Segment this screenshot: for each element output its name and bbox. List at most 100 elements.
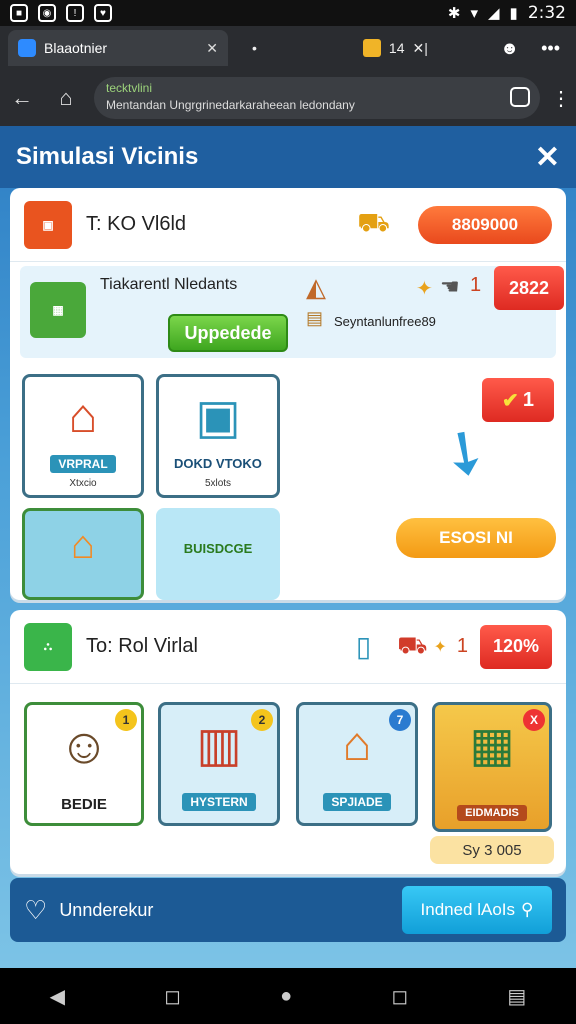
tab-close-icon[interactable]: ✕ (206, 40, 218, 57)
box-stand-icon: ▣ (195, 391, 241, 444)
notification-icon: ■ (10, 4, 28, 22)
shop-card[interactable]: ⌂ (22, 508, 144, 600)
card-label: BEDIE (61, 796, 107, 813)
heart-icon: ♥ (94, 4, 112, 22)
item-subtitle: Seyntanlunfree89 (334, 314, 436, 329)
home-icon[interactable]: ⌂ (44, 85, 88, 111)
close-icon[interactable]: ✕ (535, 140, 560, 175)
rental-count: 1 (456, 635, 468, 657)
url-line1: tecktvlini (106, 81, 153, 95)
bottom-label: Unnderekur (59, 899, 154, 920)
tab-close-icon-2[interactable]: ✕| (412, 40, 427, 57)
url-line2: Mentandan Ungrgrinedarkaraheean ledondan… (106, 98, 355, 112)
card-badge: 2 (251, 709, 273, 731)
back-icon[interactable]: ← (0, 85, 44, 111)
clock: 2:32 (527, 3, 566, 23)
shop-card[interactable]: BUISDCGE (156, 508, 280, 600)
search-icon: ⚲ (521, 900, 534, 919)
shop-crate-icon: ▣ (24, 200, 72, 249)
system-navbar: ◀ ◻ ● ◻ ▤ (0, 968, 576, 1024)
market-stall-icon: ▦ (30, 282, 86, 338)
game-area: Simulasi Vicinis ✕ ▣ T: KO Vl6ld ⛟ 88090… (0, 126, 576, 968)
card-sub: Xtxcio (69, 478, 97, 489)
back-nav-icon[interactable]: ◀ (50, 984, 65, 1009)
kiosk-icon: ⌂ (70, 523, 96, 567)
hand-icon: ☚ (440, 274, 460, 299)
shop-card[interactable]: ⌂ VRPRAL Xtxcio (22, 374, 144, 498)
game-header: Simulasi Vicinis ✕ (0, 126, 576, 188)
search-button[interactable]: Indned lAoIs ⚲ (402, 886, 552, 934)
price-button[interactable]: 8809000 (418, 205, 552, 244)
rental-panel: ⛬ To: Rol Virlal ▯ ⛟ ✦ 1 120% ☺ 1 BEDIE … (10, 610, 566, 874)
game-title: Simulasi Vicinis (16, 143, 199, 170)
card-badge: 7 (389, 709, 411, 731)
signal-icon: ◢ (488, 5, 500, 22)
card-label: HYSTERN (182, 793, 256, 811)
storefront-icon: ⌂ (68, 390, 98, 443)
tab-extras: • 14 ✕| (252, 39, 428, 57)
url-field[interactable]: tecktvlini Mentandan Ungrgrinedarkarahee… (94, 77, 540, 119)
browser-tabbar: Blaaotnier ✕ • 14 ✕| ☻ ••• (0, 26, 576, 70)
house-shop-icon: ⌂ (342, 718, 372, 771)
check-icon: ✔ (502, 389, 519, 412)
incognito-icon[interactable]: ☻ (500, 38, 519, 59)
rental-title: To: Rol Virlal (86, 635, 198, 657)
check-badge[interactable]: ✔ 1 (482, 378, 554, 422)
premium-card[interactable]: ▦ X EIDMADIS (432, 702, 552, 832)
switcher-icon[interactable]: ▤ (507, 984, 526, 1009)
item-count: 1 (470, 274, 482, 296)
shield-icon[interactable] (510, 87, 530, 107)
camera-icon: ◉ (38, 4, 56, 22)
upgrade-button[interactable]: Uppedede (168, 314, 288, 352)
price-tag: Sy 3 005 (430, 836, 554, 864)
card-badge: X (523, 709, 545, 731)
card-label: SPJIADE (323, 793, 391, 811)
market-icon: ▦ (469, 719, 515, 772)
tabbar-actions: ☻ ••• (500, 38, 560, 59)
card-label: VRPRAL (50, 455, 116, 473)
check-value: 1 (522, 388, 534, 411)
shop-card[interactable]: ▣ DOKD VTOKO 5xlots (156, 374, 280, 498)
pin-icon[interactable]: • (252, 40, 257, 56)
menu-icon[interactable]: ⋮ (546, 86, 576, 111)
status-icons-right: ✱ ▾ ◢ ▮ 2:32 (448, 3, 566, 23)
scroll-icon: ▤ (306, 308, 324, 328)
vending-stall-icon: ▥ (196, 719, 242, 772)
shopping-cart-icon: ⛟ (397, 631, 428, 659)
star-icon: ✦ (416, 278, 433, 300)
star-small-icon: ✦ (433, 638, 447, 656)
item-name: Tiakarentl Nledants (100, 276, 238, 293)
basket-icon: ⛬ (24, 622, 72, 671)
wifi-icon: ▾ (470, 5, 478, 22)
browser-tab[interactable]: Blaaotnier ✕ (8, 30, 228, 66)
avatar: ☺ (58, 718, 110, 774)
status-icons-left: ■ ◉ ! ♥ (10, 4, 112, 22)
card-sub: 5xlots (204, 478, 232, 489)
address-bar: ← ⌂ tecktvlini Mentandan Ungrgrinedarkar… (0, 70, 576, 126)
square-icon[interactable]: ◻ (164, 984, 181, 1009)
bluetooth-icon: ✱ (447, 5, 461, 22)
recents-icon[interactable]: ◻ (392, 984, 409, 1009)
status-bar: ■ ◉ ! ♥ ✱ ▾ ◢ ▮ 2:32 (0, 0, 576, 26)
arrow-pointer-icon: ➘ (425, 410, 506, 495)
rental-header: ⛬ To: Rol Virlal ▯ ⛟ ✦ 1 120% (10, 610, 566, 684)
shop-title: T: KO Vl6ld (86, 213, 187, 235)
coin-icon (362, 39, 381, 57)
card-label: BUISDCGE (183, 541, 253, 556)
shop-card[interactable]: ⌂ 7 SPJIADE (296, 702, 418, 826)
bottom-bar: ♡ Unnderekur Indned lAoIs ⚲ (10, 878, 566, 942)
cart-icon: ⛟ (357, 207, 390, 237)
home-nav-icon[interactable]: ● (280, 985, 292, 1008)
action-button[interactable]: ESOSI NI (396, 518, 556, 558)
bag-icon: ◭ (306, 272, 326, 302)
percent-badge[interactable]: 120% (480, 624, 552, 669)
more-icon[interactable]: ••• (541, 38, 560, 59)
card-label: DOKD VTOKO (174, 456, 262, 471)
cup-icon: ▯ (355, 631, 372, 662)
alert-icon: ! (66, 4, 84, 22)
heart-chat-icon: ♡ (24, 894, 48, 925)
card-badge: 1 (115, 709, 137, 731)
character-card[interactable]: ☺ 1 BEDIE (24, 702, 144, 826)
shop-card[interactable]: ▥ 2 HYSTERN (158, 702, 280, 826)
value-badge[interactable]: 2822 (494, 266, 564, 310)
